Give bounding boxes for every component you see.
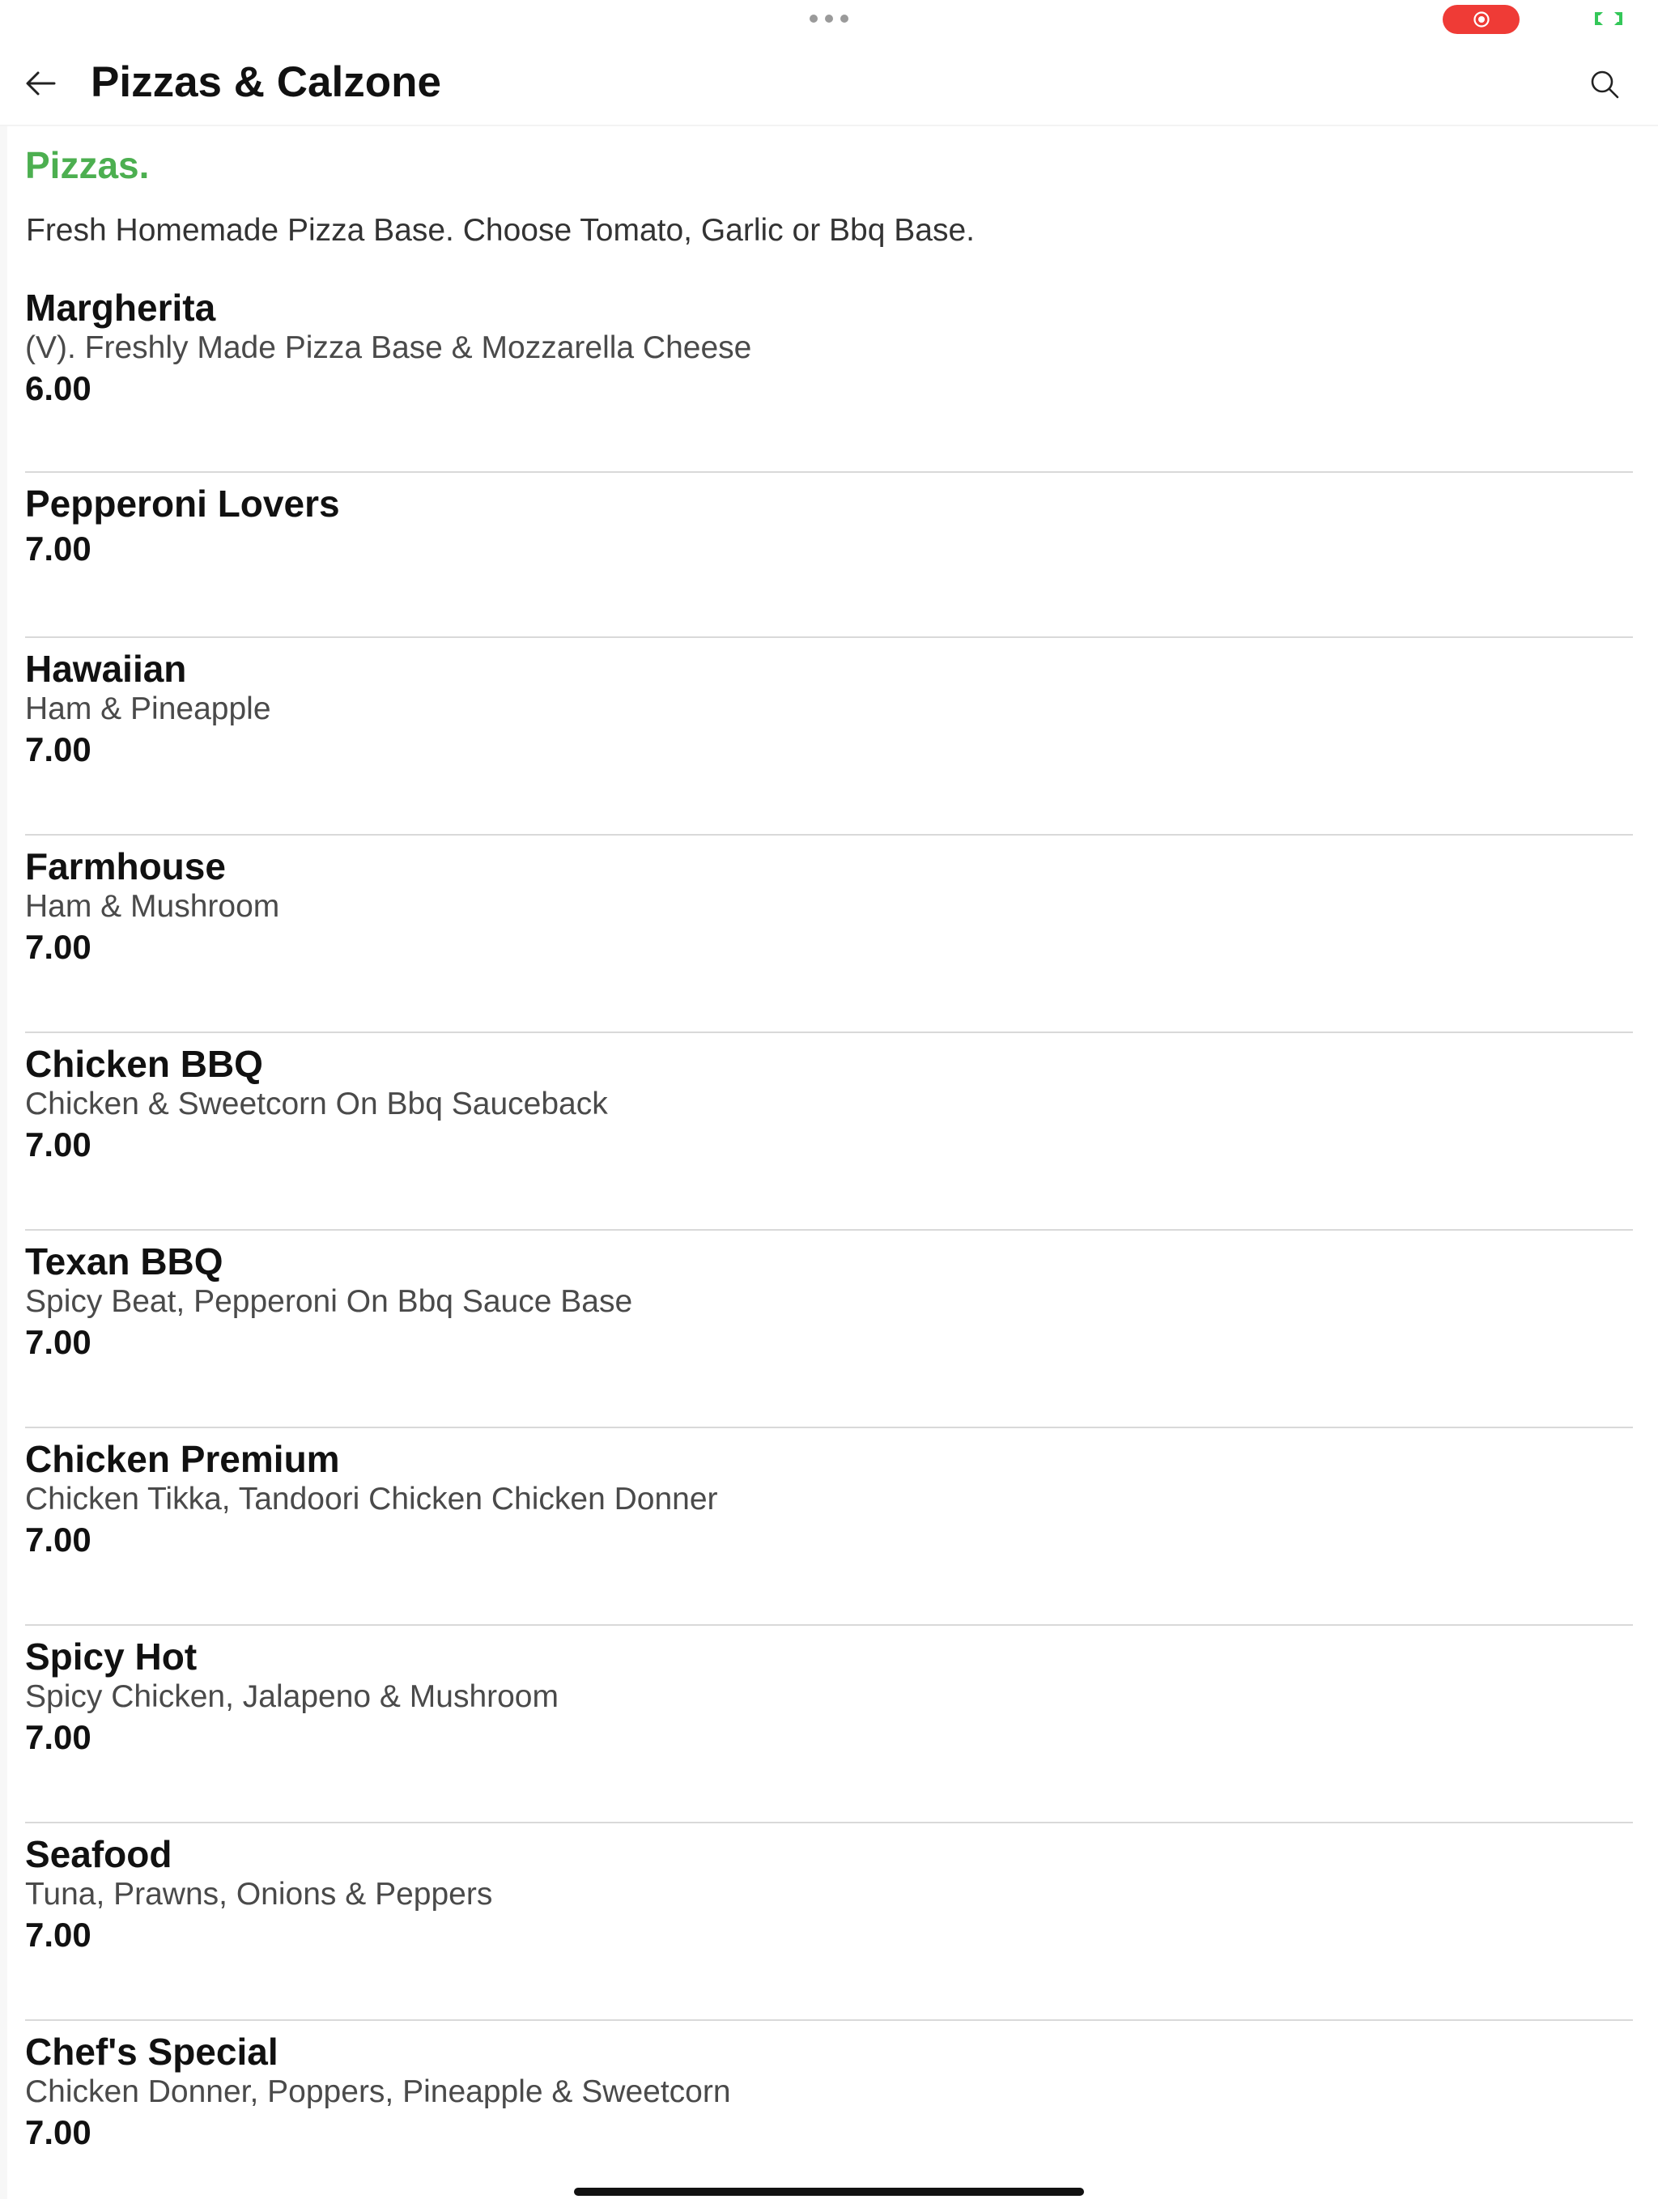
menu-list: Margherita (V). Freshly Made Pizza Base … xyxy=(0,277,1658,2212)
dot xyxy=(810,15,818,23)
item-description: Tuna, Prawns, Onions & Peppers xyxy=(25,1877,493,1912)
item-description: Ham & Pineapple xyxy=(25,691,271,726)
item-description: Spicy Beat, Pepperoni On Bbq Sauce Base xyxy=(25,1284,633,1319)
item-name: Pepperoni Lovers xyxy=(25,483,340,525)
item-price: 7.00 xyxy=(25,1125,91,1163)
dot xyxy=(840,15,848,23)
item-name: Spicy Hot xyxy=(25,1636,198,1678)
home-indicator[interactable] xyxy=(574,2188,1084,2196)
dot xyxy=(825,15,833,23)
item-name: Chicken BBQ xyxy=(25,1043,263,1085)
item-description: Chicken Tikka, Tandoori Chicken Chicken … xyxy=(25,1482,718,1516)
menu-item[interactable]: Spicy Hot Spicy Chicken, Jalapeno & Mush… xyxy=(0,1626,1658,1823)
menu-item[interactable]: Seafood Tuna, Prawns, Onions & Peppers 7… xyxy=(0,1823,1658,2021)
page-title: Pizzas & Calzone xyxy=(91,58,441,106)
screen-record-indicator[interactable] xyxy=(1443,5,1520,34)
item-price: 7.00 xyxy=(25,1718,91,1756)
item-price: 7.00 xyxy=(25,1916,91,1954)
menu-item[interactable]: Farmhouse Ham & Mushroom 7.00 xyxy=(0,836,1658,1033)
item-price: 7.00 xyxy=(25,1521,91,1559)
item-name: Hawaiian xyxy=(25,648,187,690)
app-header: Pizzas & Calzone xyxy=(0,40,1658,126)
category-description: Fresh Homemade Pizza Base. Choose Tomato… xyxy=(26,213,975,248)
item-name: Farmhouse xyxy=(25,845,226,887)
screen-mirror-icon xyxy=(1595,12,1622,25)
category-title: Pizzas. xyxy=(25,144,150,186)
item-price: 7.00 xyxy=(25,530,91,568)
item-name: Margherita xyxy=(25,287,216,329)
item-description: (V). Freshly Made Pizza Base & Mozzarell… xyxy=(25,330,752,365)
item-price: 7.00 xyxy=(25,730,91,768)
search-icon xyxy=(1591,70,1619,99)
status-bar xyxy=(0,0,1658,40)
search-button[interactable] xyxy=(1582,62,1627,107)
menu-item[interactable]: Chicken Premium Chicken Tikka, Tandoori … xyxy=(0,1428,1658,1626)
item-description: Chicken Donner, Poppers, Pineapple & Swe… xyxy=(25,2074,731,2109)
screen-record-icon xyxy=(1473,11,1490,28)
menu-item[interactable]: Hawaiian Ham & Pineapple 7.00 xyxy=(0,638,1658,836)
menu-content[interactable]: Pizzas. Fresh Homemade Pizza Base. Choos… xyxy=(0,126,1658,2212)
more-dots-icon[interactable] xyxy=(810,13,848,24)
item-price: 7.00 xyxy=(25,2113,91,2151)
menu-item[interactable]: Margherita (V). Freshly Made Pizza Base … xyxy=(0,277,1658,473)
menu-item[interactable]: Pepperoni Lovers 7.00 xyxy=(0,473,1658,638)
item-price: 7.00 xyxy=(25,1323,91,1361)
back-button[interactable] xyxy=(18,63,63,104)
item-name: Seafood xyxy=(25,1833,172,1875)
item-name: Texan BBQ xyxy=(25,1240,223,1283)
item-name: Chef's Special xyxy=(25,2031,278,2073)
item-description: Spicy Chicken, Jalapeno & Mushroom xyxy=(25,1679,559,1714)
menu-item[interactable]: Chicken BBQ Chicken & Sweetcorn On Bbq S… xyxy=(0,1033,1658,1231)
app-screen: Pizzas & Calzone Pizzas. Fresh Homemade … xyxy=(0,0,1658,2212)
menu-item[interactable]: Chef's Special Chicken Donner, Poppers, … xyxy=(0,2021,1658,2212)
item-price: 7.00 xyxy=(25,928,91,966)
item-description: Ham & Mushroom xyxy=(25,889,280,924)
item-description: Chicken & Sweetcorn On Bbq Sauceback xyxy=(25,1087,608,1121)
item-price: 6.00 xyxy=(25,369,91,407)
item-name: Chicken Premium xyxy=(25,1438,340,1480)
menu-item[interactable]: Texan BBQ Spicy Beat, Pepperoni On Bbq S… xyxy=(0,1231,1658,1428)
arrow-left-icon xyxy=(26,71,56,96)
